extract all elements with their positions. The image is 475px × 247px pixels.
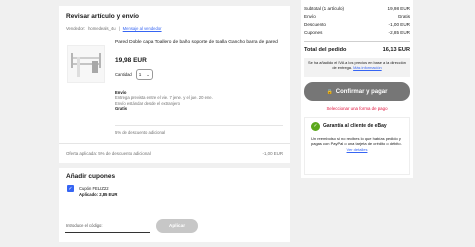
coupons-row: Cupones -2,85 EUR [304,30,410,35]
subtotal-label: Subtotal (1 artículo) [304,6,345,11]
coupon-code-input[interactable]: Introduce el código: [65,219,150,233]
total-value: 16,13 EUR [382,47,410,53]
coupon-applied: Aplicado: 2,85 EUR [79,192,118,197]
offer-amount: -1,00 EUR [262,151,284,156]
confirm-pay-label: Confirmar y pagar [335,88,388,95]
details-link[interactable]: Ver detalles [347,147,368,152]
review-card: Revisar artículo y envío Vendedor: homed… [59,6,290,163]
total-divider [304,41,410,42]
coupons-label: Cupones [304,30,323,35]
details-link-row: Ver detalles [311,147,403,152]
discount-divider [115,125,283,126]
quantity-value: 1 [138,72,142,77]
coupon-code-placeholder: Introduce el código: [66,223,103,228]
coupons-value: -2,85 EUR [388,30,410,35]
more-info-link[interactable]: Más información [353,65,382,70]
item-price: 19,98 EUR [115,57,147,64]
shipping-row: Envío Gratis [304,14,410,19]
seller-name: homedeals_4u [88,26,116,31]
guarantee-title: Garantía al cliente de eBay [323,123,387,129]
guarantee-heading: ✓ Garantía al cliente de eBay [311,122,403,131]
seller-divider: | [118,26,120,31]
discount-label: Descuento [304,22,326,27]
shipping-label: Envío [304,14,316,19]
seller-row: Vendedor: homedeals_4u | Mensaje al vend… [66,26,162,31]
chevron-down-icon: ⌄ [146,72,150,77]
seller-label: Vendedor: [66,26,86,31]
guarantee-section: ✓ Garantía al cliente de eBay Un reembol… [304,117,410,175]
offer-label: Oferta aplicada: 5% de descuento adicion… [66,151,151,156]
shipping-price: Gratis [115,106,128,112]
lock-icon: 🔒 [326,88,333,95]
quantity-row: Cantidad 1 ⌄ [115,69,153,80]
discount-note: 5% de descuento adicional [115,130,166,135]
checkmark-icon: ✓ [68,185,73,192]
quantity-select[interactable]: 1 ⌄ [135,69,153,80]
offer-row: Oferta aplicada: 5% de descuento adicion… [66,151,283,156]
total-label: Total del pedido [304,47,347,53]
offer-divider [59,143,290,144]
coupon-name: Cupón FELIZ22 [79,186,109,191]
apply-button-label: Aplicar [168,223,186,229]
message-seller-link[interactable]: Mensaje al vendedor [123,26,162,31]
subtotal-value: 19,98 EUR [387,6,410,11]
review-title: Revisar artículo y envío [66,13,139,20]
select-payment-message: Seleccionar una forma de pago [326,106,388,111]
shipping-value: Gratis [397,14,410,19]
vat-notice: Se ha añadido el IVA a los precios en ba… [304,58,410,77]
summary-panel: Subtotal (1 artículo) 19,98 EUR Envío Gr… [301,0,413,178]
towel-rack-icon [71,53,101,77]
subtotal-row: Subtotal (1 artículo) 19,98 EUR [304,6,410,11]
shipping-info: Envío Entrega prevista entre el vie. 7 j… [115,90,213,112]
total-row: Total del pedido 16,13 EUR [304,47,410,53]
confirm-pay-button[interactable]: 🔒 Confirmar y pagar [304,82,410,101]
product-image[interactable] [67,45,105,83]
coupons-title: Añadir cupones [66,173,116,180]
item-title[interactable]: Pared Doble capa Toallero de baño soport… [115,40,285,46]
discount-value: -1,00 EUR [388,22,410,27]
shield-check-icon: ✓ [311,122,320,131]
discount-row: Descuento -1,00 EUR [304,22,410,27]
guarantee-text: Un reembolso si no recibes lo que habías… [311,136,402,146]
quantity-label: Cantidad [115,72,132,77]
coupon-checkbox[interactable]: ✓ [67,185,74,192]
apply-button[interactable]: Aplicar [156,219,198,233]
coupons-card: Añadir cupones ✓ Cupón FELIZ22 Aplicado:… [59,168,290,242]
